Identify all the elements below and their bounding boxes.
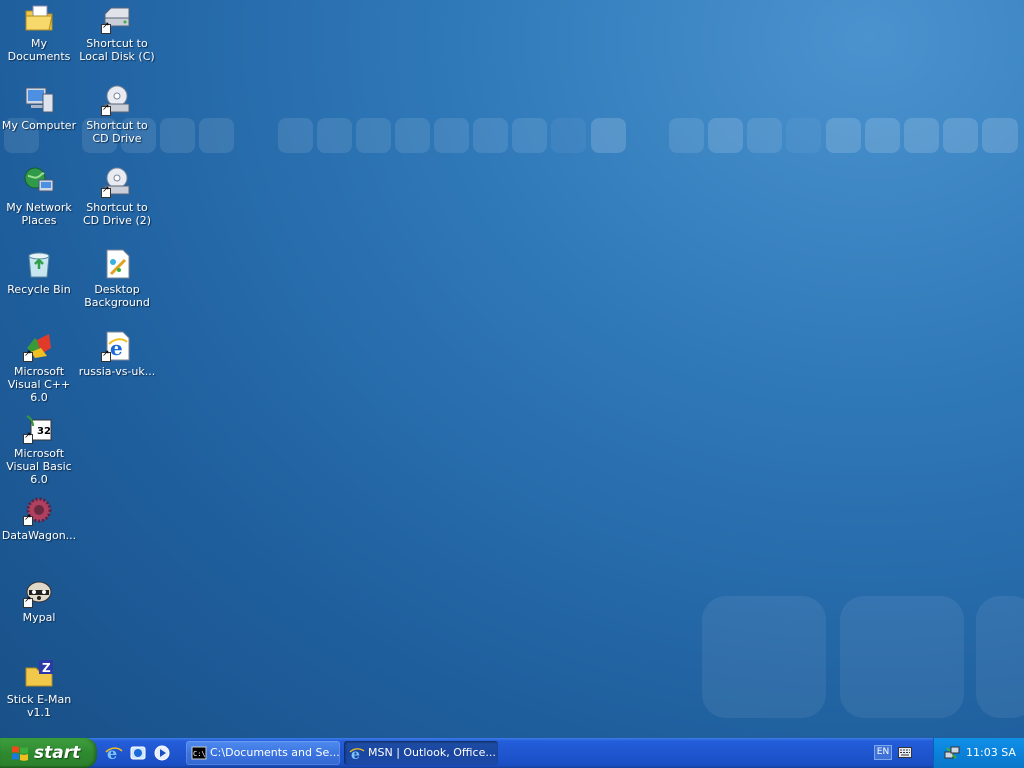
icon-label: My Network Places xyxy=(6,201,72,227)
my-documents-icon xyxy=(23,2,55,34)
datawagon-icon xyxy=(23,494,55,526)
zip-folder-icon: Z xyxy=(23,658,55,690)
desktop-icon-russia-vs-uk[interactable]: e russia-vs-uk... xyxy=(78,330,156,378)
svg-text:Z: Z xyxy=(42,661,51,675)
internet-explorer-icon: e xyxy=(349,747,365,761)
decor-square xyxy=(702,596,826,718)
desktop-icon-visual-basic[interactable]: 32 Microsoft Visual Basic 6.0 xyxy=(0,412,78,486)
decor-square xyxy=(943,118,978,153)
decor-square xyxy=(395,118,430,153)
keyboard-icon[interactable] xyxy=(898,747,912,758)
computer-icon xyxy=(23,84,55,116)
shortcut-arrow-icon xyxy=(23,513,33,526)
shortcut-arrow-icon xyxy=(101,185,111,198)
quick-launch-internet-explorer[interactable]: e xyxy=(103,742,125,764)
task-label: MSN | Outlook, Office... xyxy=(368,746,496,759)
desktop-icon-my-computer[interactable]: My Computer xyxy=(0,84,78,132)
media-player-icon xyxy=(154,745,170,761)
icon-label: russia-vs-uk... xyxy=(78,365,156,378)
decor-square xyxy=(434,118,469,153)
icon-label: Desktop Background xyxy=(84,283,150,309)
icon-label: Stick E-Man v1.1 xyxy=(6,693,72,719)
icon-label: Microsoft Visual Basic 6.0 xyxy=(6,447,72,486)
language-indicator[interactable]: EN xyxy=(874,745,892,760)
clock[interactable]: 11:03 SA xyxy=(966,738,1016,768)
decor-square xyxy=(199,118,234,153)
desktop-icon-mypal[interactable]: Mypal xyxy=(0,576,78,624)
shortcut-arrow-icon xyxy=(23,349,33,362)
svg-text:32: 32 xyxy=(37,426,51,437)
icon-label: Recycle Bin xyxy=(7,283,71,296)
windows-logo-icon xyxy=(12,746,28,761)
desktop-icon-cd-drive-shortcut[interactable]: Shortcut to CD Drive xyxy=(78,84,156,145)
desktop-icon-my-documents[interactable]: My Documents xyxy=(0,2,78,63)
taskbar: start e C:\ C:\Documents and Se... e MSN… xyxy=(0,738,1024,768)
decor-square xyxy=(512,118,547,153)
cd-drive-icon xyxy=(101,166,133,198)
desktop: My Documents My Computer My Network Plac… xyxy=(0,0,1024,738)
shortcut-arrow-icon xyxy=(23,431,33,444)
desktop-icon-visual-cpp[interactable]: Microsoft Visual C++ 6.0 xyxy=(0,330,78,404)
decor-square xyxy=(278,118,313,153)
icon-label: DataWagon... xyxy=(1,529,77,542)
shortcut-arrow-icon xyxy=(101,21,111,34)
desktop-icon-desktop-background[interactable]: Desktop Background xyxy=(78,248,156,309)
icon-label: My Computer xyxy=(1,119,77,132)
decor-square xyxy=(473,118,508,153)
start-label: start xyxy=(34,743,81,763)
internet-explorer-icon: e xyxy=(105,744,123,763)
decor-square xyxy=(982,118,1018,153)
shortcut-arrow-icon xyxy=(101,349,111,362)
task-button-msn[interactable]: e MSN | Outlook, Office... xyxy=(344,741,498,765)
desktop-icon-cd-drive-2-shortcut[interactable]: Shortcut to CD Drive (2) xyxy=(78,166,156,227)
desktop-icon-stick-e-man[interactable]: Z Stick E-Man v1.1 xyxy=(0,658,78,719)
svg-text:e: e xyxy=(107,744,117,762)
decor-square xyxy=(356,118,391,153)
decor-square xyxy=(551,118,586,153)
icon-label: Mypal xyxy=(22,611,56,624)
icon-label: Shortcut to Local Disk (C) xyxy=(79,37,155,63)
quick-launch-media-player[interactable] xyxy=(151,742,173,764)
svg-text:C:\: C:\ xyxy=(193,750,206,758)
decor-square xyxy=(591,118,626,153)
desktop-icon-datawagon[interactable]: DataWagon... xyxy=(0,494,78,542)
shortcut-arrow-icon xyxy=(101,103,111,116)
desktop-icon-recycle-bin[interactable]: Recycle Bin xyxy=(0,248,78,296)
decor-square xyxy=(865,118,900,153)
system-tray: 11:03 SA xyxy=(933,738,1024,768)
decor-square xyxy=(708,118,743,153)
internet-explorer-icon: e xyxy=(101,330,133,362)
start-button[interactable]: start xyxy=(0,738,97,768)
hard-drive-icon xyxy=(101,2,133,34)
icon-label: Shortcut to CD Drive (2) xyxy=(82,201,152,227)
mypal-icon xyxy=(23,576,55,608)
desktop-icon-my-network-places[interactable]: My Network Places xyxy=(0,166,78,227)
decor-square xyxy=(904,118,939,153)
outlook-express-icon xyxy=(130,746,146,760)
decor-square xyxy=(786,118,821,153)
command-prompt-icon: C:\ xyxy=(191,746,207,760)
icon-label: Shortcut to CD Drive xyxy=(86,119,148,145)
quick-launch-outlook-express[interactable] xyxy=(127,742,149,764)
decor-square xyxy=(826,118,861,153)
decor-square xyxy=(317,118,352,153)
task-button-command-prompt[interactable]: C:\ C:\Documents and Se... xyxy=(186,741,340,765)
cd-drive-icon xyxy=(101,84,133,116)
network-connection-icon[interactable] xyxy=(944,745,960,761)
decor-square xyxy=(669,118,704,153)
icon-label: My Documents xyxy=(7,37,71,63)
decor-square xyxy=(840,596,964,718)
recycle-bin-icon xyxy=(23,248,55,280)
network-icon xyxy=(23,166,55,198)
shortcut-arrow-icon xyxy=(23,595,33,608)
visual-basic-icon: 32 xyxy=(23,412,55,444)
desktop-icon-local-disk-shortcut[interactable]: Shortcut to Local Disk (C) xyxy=(78,2,156,63)
decor-square xyxy=(976,596,1024,718)
visual-cpp-icon xyxy=(23,330,55,362)
paint-icon xyxy=(101,248,133,280)
decor-square xyxy=(747,118,782,153)
task-label: C:\Documents and Se... xyxy=(210,746,340,759)
icon-label: Microsoft Visual C++ 6.0 xyxy=(7,365,71,404)
decor-square xyxy=(160,118,195,153)
